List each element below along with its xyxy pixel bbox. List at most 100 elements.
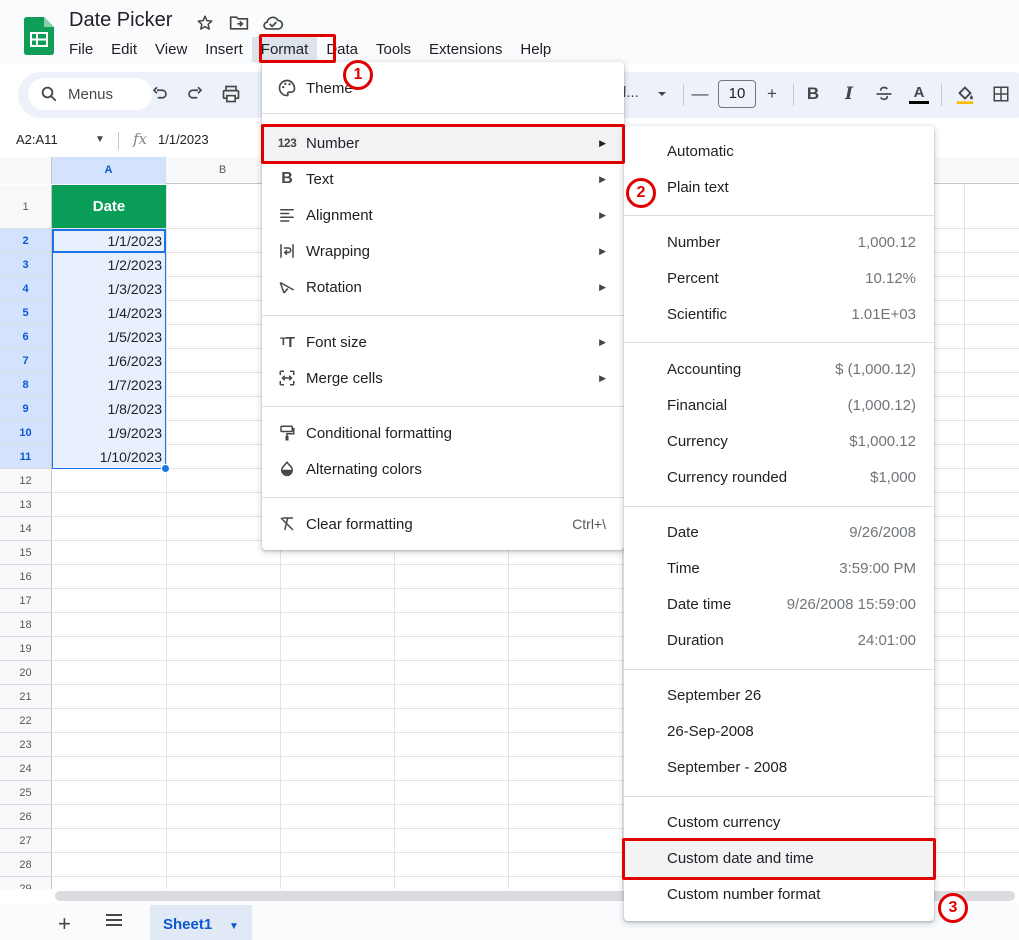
row-header[interactable]: 9 — [0, 397, 52, 421]
format-currency[interactable]: Currency $1,000.12 — [624, 424, 934, 460]
format-custom-currency[interactable]: Custom currency — [624, 805, 934, 841]
italic-button[interactable]: I — [837, 82, 861, 106]
format-financial[interactable]: Financial (1,000.12) — [624, 388, 934, 424]
strikethrough-icon[interactable] — [872, 82, 896, 106]
row-header[interactable]: 12 — [0, 469, 52, 493]
format-duration[interactable]: Duration 24:01:00 — [624, 623, 934, 659]
menus-search[interactable]: Menus — [28, 78, 152, 110]
redo-icon[interactable] — [183, 82, 207, 106]
active-cell — [52, 229, 166, 253]
grid-column-line — [166, 184, 167, 889]
document-title[interactable]: Date Picker — [69, 9, 172, 32]
borders-icon[interactable] — [989, 82, 1013, 106]
menu-item-merge-cells[interactable]: Merge cells ▶ — [262, 360, 624, 396]
fill-color-icon[interactable] — [953, 82, 977, 106]
format-percent[interactable]: Percent 10.12% — [624, 261, 934, 297]
row-header[interactable]: 4 — [0, 277, 52, 301]
menu-item-rotation[interactable]: Rotation ▶ — [262, 269, 624, 305]
font-size-input[interactable]: 10 — [718, 80, 756, 108]
row-header[interactable]: 17 — [0, 589, 52, 613]
format-example: 9/26/2008 — [849, 524, 916, 541]
row-header[interactable]: 22 — [0, 709, 52, 733]
format-date-time[interactable]: Date time 9/26/2008 15:59:00 — [624, 587, 934, 623]
row-header[interactable]: 18 — [0, 613, 52, 637]
row-header[interactable]: 29 — [0, 877, 52, 889]
row-header[interactable]: 13 — [0, 493, 52, 517]
row-header[interactable]: 25 — [0, 781, 52, 805]
format-date[interactable]: Date 9/26/2008 — [624, 515, 934, 551]
row-header[interactable]: 19 — [0, 637, 52, 661]
row-header[interactable]: 16 — [0, 565, 52, 589]
format-label: Percent — [667, 270, 719, 287]
menu-tools[interactable]: Tools — [367, 37, 420, 62]
menu-help[interactable]: Help — [511, 37, 560, 62]
format-custom-number[interactable]: Custom number format — [624, 877, 934, 913]
format-day-month-year[interactable]: 26-Sep-2008 — [624, 714, 934, 750]
menu-item-theme[interactable]: Theme — [262, 70, 624, 106]
format-number[interactable]: Number 1,000.12 — [624, 225, 934, 261]
row-header[interactable]: 27 — [0, 829, 52, 853]
format-month-day[interactable]: September 26 — [624, 678, 934, 714]
row-header[interactable]: 14 — [0, 517, 52, 541]
column-header-a[interactable]: A — [52, 157, 166, 184]
star-icon[interactable] — [193, 12, 217, 34]
print-icon[interactable] — [219, 82, 243, 106]
format-scientific[interactable]: Scientific 1.01E+03 — [624, 297, 934, 333]
menu-item-alignment[interactable]: Alignment ▶ — [262, 197, 624, 233]
format-currency-rounded[interactable]: Currency rounded $1,000 — [624, 460, 934, 496]
move-folder-icon[interactable] — [227, 12, 251, 34]
row-header[interactable]: 23 — [0, 733, 52, 757]
menu-item-wrapping[interactable]: Wrapping ▶ — [262, 233, 624, 269]
bold-button[interactable]: B — [801, 82, 825, 106]
sheets-logo-icon[interactable] — [24, 17, 54, 55]
all-sheets-icon[interactable] — [104, 912, 124, 933]
row-header[interactable]: 20 — [0, 661, 52, 685]
increase-font-size-button[interactable]: + — [760, 82, 784, 106]
row-header[interactable]: 6 — [0, 325, 52, 349]
row-header[interactable]: 24 — [0, 757, 52, 781]
row-header[interactable]: 1 — [0, 185, 52, 229]
format-month-year[interactable]: September - 2008 — [624, 750, 934, 786]
menu-item-conditional-formatting[interactable]: Conditional formatting — [262, 415, 624, 451]
toolbar-separator — [941, 84, 942, 106]
undo-icon[interactable] — [148, 82, 172, 106]
format-automatic[interactable]: Automatic — [624, 134, 934, 170]
menu-file[interactable]: File — [60, 37, 102, 62]
decrease-font-size-button[interactable]: — — [688, 82, 712, 106]
header-cell-date[interactable]: Date — [52, 185, 166, 228]
row-header[interactable]: 8 — [0, 373, 52, 397]
row-header[interactable]: 2 — [0, 229, 52, 253]
name-box[interactable]: A2:A11 — [16, 132, 58, 147]
format-time[interactable]: Time 3:59:00 PM — [624, 551, 934, 587]
menu-item-clear-formatting[interactable]: Clear formatting Ctrl+\ — [262, 506, 624, 542]
text-color-button[interactable]: A — [907, 82, 931, 106]
row-header[interactable]: 11 — [0, 445, 52, 469]
menu-insert[interactable]: Insert — [196, 37, 252, 62]
font-family-select[interactable]: l... — [623, 84, 639, 101]
row-header[interactable]: 5 — [0, 301, 52, 325]
formula-input[interactable]: 1/1/2023 — [158, 132, 209, 147]
menu-edit[interactable]: Edit — [102, 37, 146, 62]
select-all-corner[interactable] — [0, 157, 52, 184]
menu-extensions[interactable]: Extensions — [420, 37, 511, 62]
sheet-tab-menu-icon[interactable]: ▼ — [229, 921, 239, 932]
menu-item-text[interactable]: B Text ▶ — [262, 161, 624, 197]
row-header[interactable]: 21 — [0, 685, 52, 709]
cloud-saved-icon[interactable] — [261, 12, 285, 34]
format-plain-text[interactable]: Plain text — [624, 170, 934, 206]
add-sheet-button[interactable]: + — [58, 911, 71, 937]
row-header[interactable]: 10 — [0, 421, 52, 445]
format-example: 1,000.12 — [857, 234, 916, 251]
row-header[interactable]: 7 — [0, 349, 52, 373]
chevron-down-icon[interactable]: ▼ — [95, 134, 105, 145]
menu-item-alternating-colors[interactable]: Alternating colors — [262, 451, 624, 487]
row-header[interactable]: 26 — [0, 805, 52, 829]
row-header[interactable]: 15 — [0, 541, 52, 565]
font-dropdown-icon[interactable] — [650, 82, 674, 106]
menu-view[interactable]: View — [146, 37, 196, 62]
row-header[interactable]: 28 — [0, 853, 52, 877]
menu-item-font-size[interactable]: TT Font size ▶ — [262, 324, 624, 360]
format-accounting[interactable]: Accounting $ (1,000.12) — [624, 352, 934, 388]
fill-handle[interactable] — [161, 464, 170, 473]
row-header[interactable]: 3 — [0, 253, 52, 277]
